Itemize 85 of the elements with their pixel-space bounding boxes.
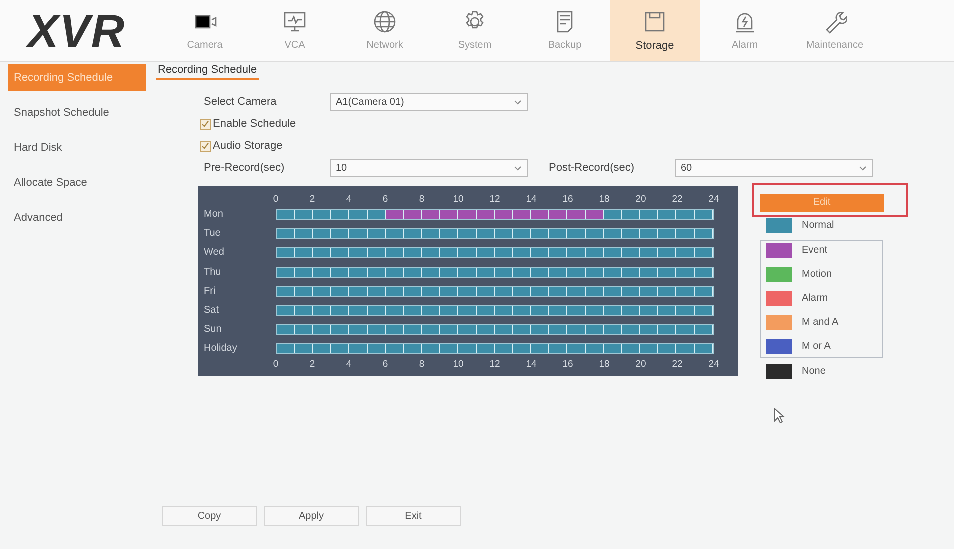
hour-label: 24 (708, 358, 720, 370)
checkbox[interactable] (200, 140, 211, 152)
schedule-segment[interactable] (386, 210, 604, 220)
color-swatch[interactable] (766, 315, 792, 330)
hour-label: 20 (634, 194, 648, 205)
schedule-segment[interactable] (277, 248, 713, 258)
caret-icon (514, 166, 522, 170)
schedule-segment[interactable] (277, 344, 713, 354)
box-icon (643, 10, 667, 34)
post-record-dropdown[interactable]: 60 (675, 159, 873, 177)
caret-icon (514, 100, 522, 104)
checkbox-label: Audio Storage (213, 140, 283, 152)
action-button[interactable]: Apply (264, 506, 359, 526)
hour-label: 0 (272, 358, 280, 370)
caret-icon (859, 166, 867, 170)
hour-label: 20 (634, 358, 648, 370)
hour-label: 14 (525, 358, 538, 370)
checkbox-label: Enable Schedule (213, 118, 296, 130)
sidebar-item[interactable]: Snapshot Schedule (8, 99, 146, 126)
action-button[interactable]: Copy (162, 506, 257, 526)
hour-label: 24 (708, 194, 720, 205)
field-label: Select Camera (204, 96, 278, 108)
legend-label: Alarm (802, 293, 828, 304)
sidebar-item[interactable]: Advanced (8, 204, 146, 231)
schedule-segment[interactable] (277, 268, 713, 277)
color-swatch[interactable] (766, 267, 792, 282)
camera-dropdown[interactable]: A1(Camera 01) (330, 93, 528, 111)
hour-label: 10 (452, 194, 465, 205)
hour-label: 4 (345, 194, 353, 205)
day-label: Sat (203, 305, 220, 316)
day-label: Wed (203, 247, 226, 258)
hour-label: 12 (488, 358, 502, 370)
schedule-segment[interactable] (604, 210, 713, 220)
day-label: Fri (203, 286, 217, 297)
schedule-segment[interactable] (277, 229, 713, 238)
hour-label: 12 (488, 194, 502, 205)
hour-label: 22 (671, 194, 684, 205)
sidebar-item[interactable]: Hard Disk (8, 134, 146, 161)
schedule-segment[interactable] (277, 210, 386, 220)
hour-label: 4 (345, 358, 353, 370)
sidebar-item[interactable]: Allocate Space (8, 169, 146, 196)
schedule-segment[interactable] (277, 325, 713, 334)
hour-label: 16 (562, 358, 574, 370)
hour-label: 6 (382, 358, 390, 370)
hour-label: 2 (308, 358, 316, 370)
hour-label: 14 (525, 194, 538, 205)
nav-tab[interactable]: Storage (610, 0, 700, 61)
action-button[interactable]: Exit (366, 506, 461, 526)
field-label: Post-Record(sec) (549, 162, 636, 174)
hour-label: 22 (671, 358, 684, 370)
hour-label: 16 (562, 194, 574, 205)
day-label: Sun (203, 324, 223, 336)
globe-icon (373, 10, 397, 34)
tab[interactable]: Recording Schedule (156, 64, 260, 80)
color-swatch[interactable] (766, 243, 792, 258)
legend-label: Normal (802, 220, 834, 231)
day-label: Holiday (203, 343, 238, 354)
color-swatch[interactable] (766, 364, 792, 379)
hour-label: 18 (598, 194, 611, 205)
legend-label: Motion (802, 269, 832, 280)
color-swatch[interactable] (766, 218, 792, 233)
hour-label: 8 (418, 194, 426, 205)
legend-label: Event (802, 245, 828, 256)
day-label: Thu (203, 266, 222, 278)
color-swatch[interactable] (766, 291, 792, 306)
schedule-segment[interactable] (277, 286, 713, 296)
day-label: Mon (203, 209, 224, 220)
pre-record-dropdown[interactable]: 10 (330, 159, 528, 177)
legend-label: None (802, 366, 826, 377)
logo: XVR (25, 4, 127, 58)
hour-label: 0 (272, 194, 280, 205)
legend-label: M or A (802, 341, 831, 352)
color-swatch[interactable] (766, 339, 792, 354)
field-label: Pre-Record(sec) (204, 162, 286, 174)
hour-label: 6 (382, 194, 390, 205)
schedule-segment[interactable] (277, 306, 713, 316)
hour-label: 10 (452, 358, 465, 370)
hour-label: 2 (308, 194, 316, 205)
hour-label: 8 (418, 358, 426, 370)
legend-label: M and A (802, 317, 839, 328)
hour-label: 18 (598, 358, 611, 370)
cursor-icon (774, 408, 786, 424)
monitor-icon (283, 10, 307, 34)
day-label: Tue (203, 228, 222, 240)
checkbox[interactable] (200, 118, 211, 130)
